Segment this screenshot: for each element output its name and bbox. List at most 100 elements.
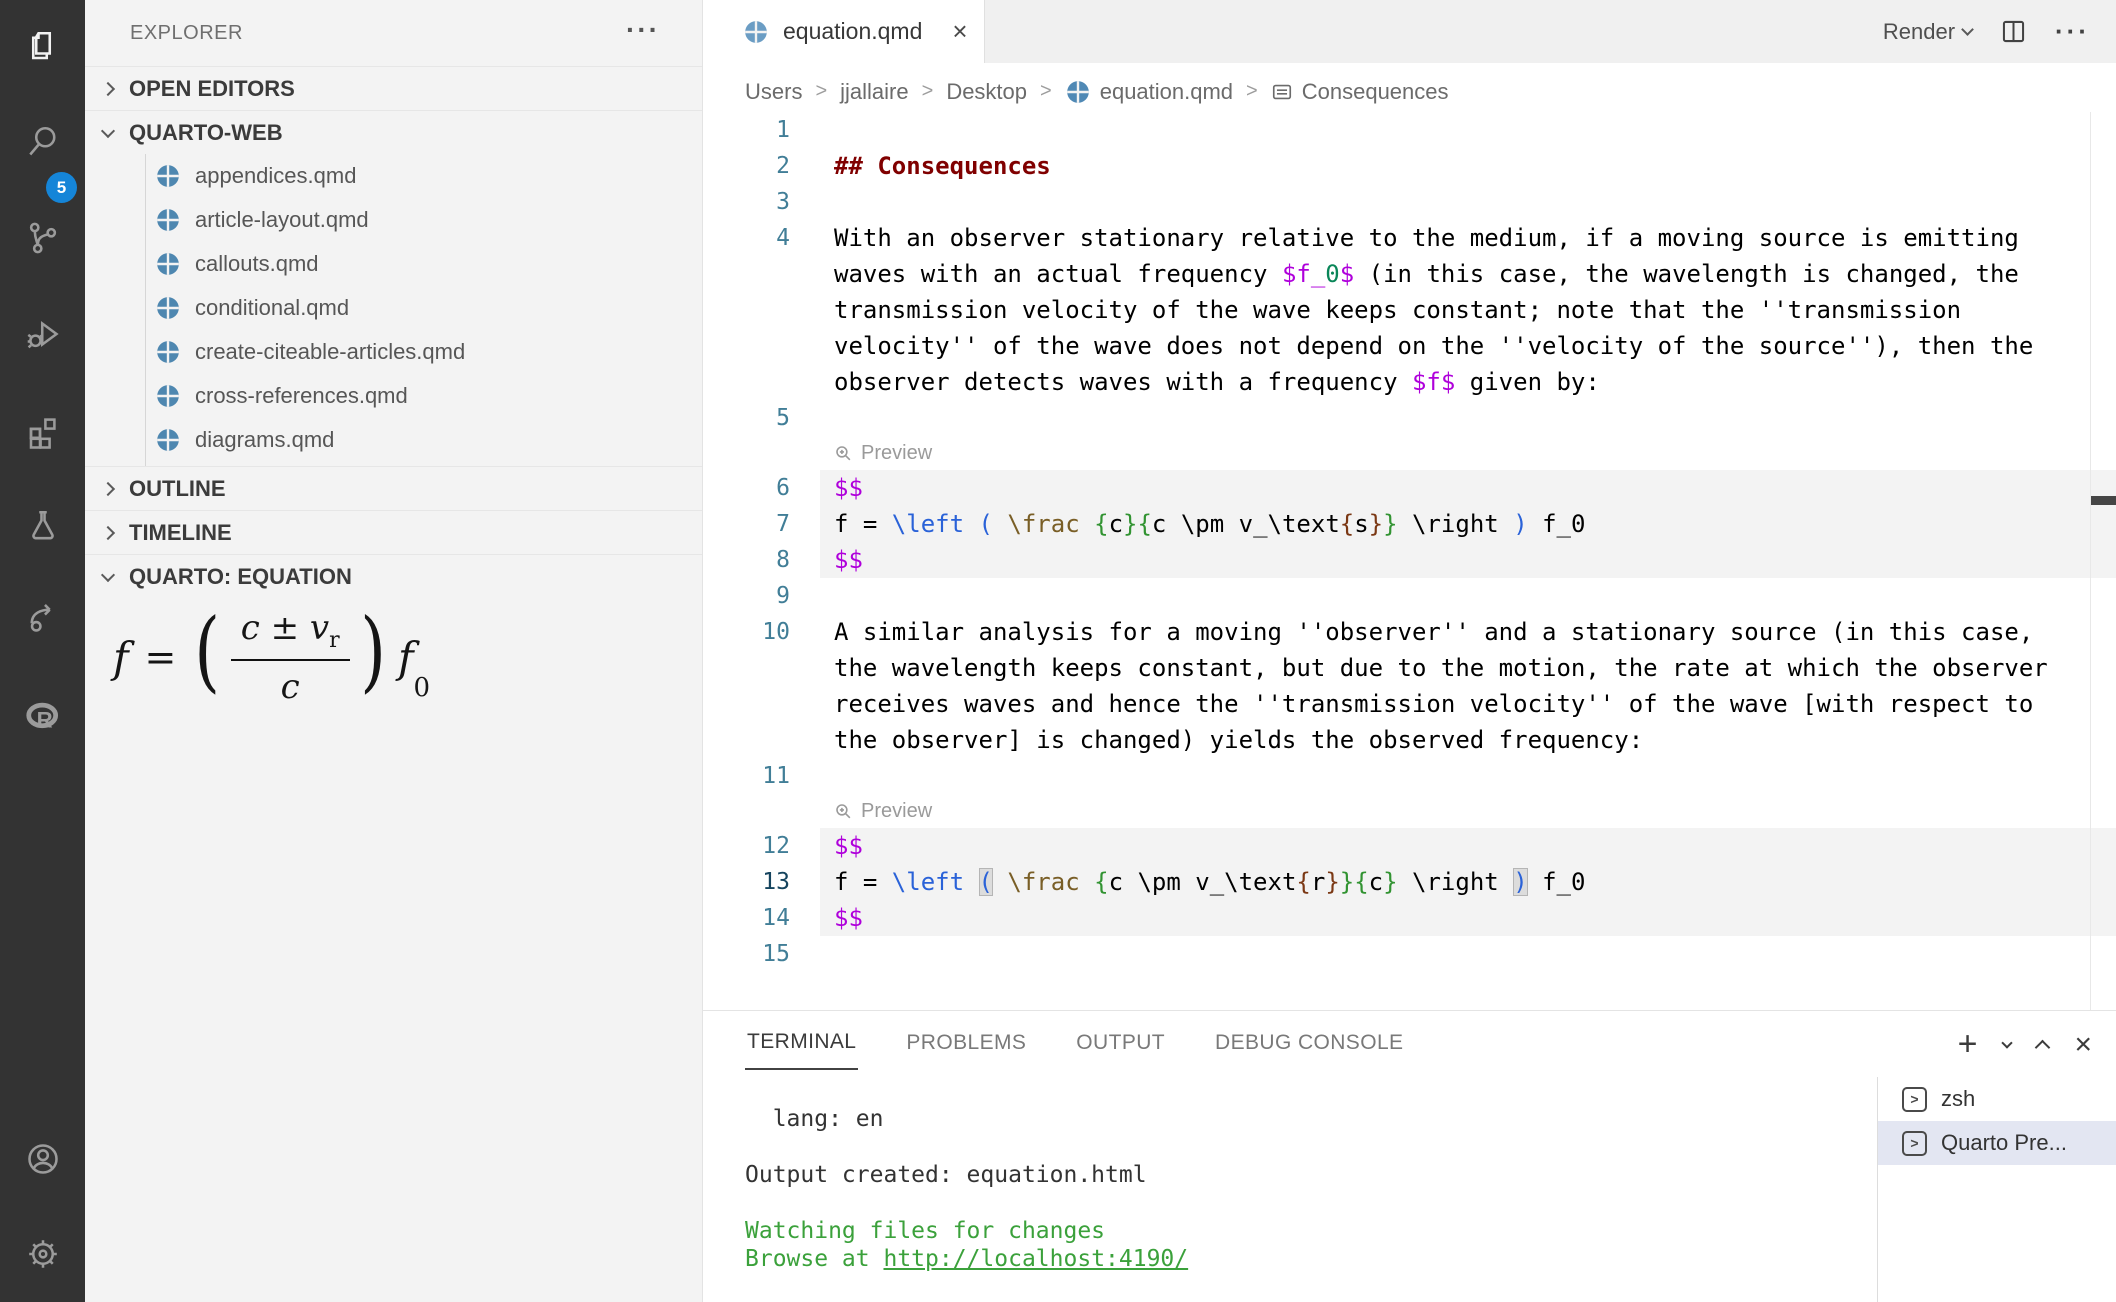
file-item[interactable]: conditional.qmd xyxy=(85,286,702,330)
code-row: 1 xyxy=(703,112,2116,148)
code-row: 14$$ xyxy=(703,900,2116,936)
section-quarto-web[interactable]: QUARTO-WEB xyxy=(85,110,702,154)
file-item[interactable]: callouts.qmd xyxy=(85,242,702,286)
split-editor-icon[interactable] xyxy=(2000,18,2027,45)
code-token xyxy=(964,510,978,538)
code-token xyxy=(964,868,978,896)
settings-gear-icon[interactable] xyxy=(24,1235,62,1273)
file-item[interactable]: appendices.qmd xyxy=(85,154,702,198)
code-token: ( xyxy=(979,868,993,896)
file-item[interactable]: cross-references.qmd xyxy=(85,374,702,418)
breadcrumb-item[interactable]: Consequences xyxy=(1271,79,1449,105)
close-panel-icon[interactable]: × xyxy=(2074,1028,2092,1062)
code-line[interactable] xyxy=(820,400,2116,436)
tab-equation-qmd[interactable]: equation.qmd × xyxy=(703,0,985,63)
explorer-icon[interactable] xyxy=(24,27,62,65)
code-token xyxy=(993,510,1007,538)
panel-tab-debug-console[interactable]: DEBUG CONSOLE xyxy=(1213,1017,1405,1069)
file-item[interactable]: article-layout.qmd xyxy=(85,198,702,242)
code-line[interactable]: $$ xyxy=(820,900,2116,936)
codelens-preview[interactable]: Preview xyxy=(861,436,932,470)
terminal-line xyxy=(745,1189,1188,1217)
code-token: ## Consequences xyxy=(834,152,1051,180)
code-token: c xyxy=(1109,510,1123,538)
r-language-icon[interactable]: R xyxy=(24,698,62,736)
search-icon[interactable] xyxy=(24,122,62,160)
code-token: } xyxy=(1383,510,1397,538)
editor-more-icon[interactable]: ··· xyxy=(2055,16,2090,47)
code-line[interactable] xyxy=(820,184,2116,220)
code-line[interactable]: the observer] is changed) yields the obs… xyxy=(820,722,2116,758)
code-line[interactable]: With an observer stationary relative to … xyxy=(820,220,2116,256)
code-line[interactable] xyxy=(820,936,2116,972)
code-token: $$ xyxy=(834,832,863,860)
sidebar-title: EXPLORER xyxy=(130,22,243,45)
code-row: 4 With an observer stationary relative to… xyxy=(703,220,2116,256)
code-line[interactable]: Preview xyxy=(820,436,2116,470)
panel-tab-output[interactable]: OUTPUT xyxy=(1074,1017,1167,1069)
file-item[interactable]: diagrams.qmd xyxy=(85,418,702,462)
codelens-preview[interactable]: Preview xyxy=(861,794,932,828)
code-token: $$ xyxy=(834,546,863,574)
activity-bar: 5 R xyxy=(0,0,85,1302)
terminal-link[interactable]: http://localhost:4190/ xyxy=(883,1246,1188,1272)
code-row: Preview xyxy=(703,794,2116,828)
section-timeline[interactable]: TIMELINE xyxy=(85,510,702,554)
tab-close-icon[interactable]: × xyxy=(952,16,967,47)
code-line[interactable]: f = \left ( \frac {c}{c \pm v_\text{s}} … xyxy=(820,506,2116,542)
code-line[interactable] xyxy=(820,112,2116,148)
extensions-icon[interactable] xyxy=(24,412,62,450)
run-debug-icon[interactable] xyxy=(24,315,62,353)
code-token: observer detects waves with a frequency xyxy=(834,368,1412,396)
code-token: 0 xyxy=(1325,260,1339,288)
render-button[interactable]: Render xyxy=(1883,19,1972,45)
code-line[interactable] xyxy=(820,758,2116,794)
terminal-dropdown-icon[interactable] xyxy=(2002,1037,2013,1048)
code-line[interactable]: f = \left ( \frac {c \pm v_\text{r}}{c} … xyxy=(820,864,2116,900)
code-row: 13f = \left ( \frac {c \pm v_\text{r}}{c… xyxy=(703,864,2116,900)
section-quarto-equation[interactable]: QUARTO: EQUATION xyxy=(85,554,702,598)
code-line[interactable]: $$ xyxy=(820,542,2116,578)
code-line[interactable]: Preview xyxy=(820,794,2116,828)
code-line[interactable]: ## Consequences xyxy=(820,148,2116,184)
code-row: the wavelength keeps constant, but due t… xyxy=(703,650,2116,686)
code-token: waves with an actual frequency xyxy=(834,260,1282,288)
maximize-panel-icon[interactable] xyxy=(2035,1040,2051,1056)
account-icon[interactable] xyxy=(24,1140,62,1178)
breadcrumb-separator: > xyxy=(815,80,827,103)
breadcrumb-item[interactable]: equation.qmd xyxy=(1065,79,1233,105)
testing-icon[interactable] xyxy=(24,506,62,544)
code-line[interactable]: velocity'' of the wave does not depend o… xyxy=(820,328,2116,364)
code-line[interactable]: transmission velocity of the wave keeps … xyxy=(820,292,2116,328)
line-number xyxy=(703,256,790,292)
code-line[interactable]: receives waves and hence the ''transmiss… xyxy=(820,686,2116,722)
code-row: 9 xyxy=(703,578,2116,614)
code-line[interactable]: $$ xyxy=(820,470,2116,506)
breadcrumb-item[interactable]: Desktop xyxy=(946,79,1027,105)
source-control-icon[interactable] xyxy=(24,219,62,257)
panel-tab-terminal[interactable]: TERMINAL xyxy=(745,1016,858,1070)
section-outline[interactable]: OUTLINE xyxy=(85,466,702,510)
code-line[interactable]: waves with an actual frequency $f_0$ (in… xyxy=(820,256,2116,292)
file-item[interactable]: create-citeable-articles.qmd xyxy=(85,330,702,374)
code-line[interactable]: A similar analysis for a moving ''observ… xyxy=(820,614,2116,650)
code-line[interactable] xyxy=(820,578,2116,614)
breadcrumb-item[interactable]: Users xyxy=(745,79,802,105)
new-terminal-icon[interactable]: + xyxy=(1958,1025,1978,1064)
line-number: 4 xyxy=(703,220,790,256)
code-line[interactable]: observer detects waves with a frequency … xyxy=(820,364,2116,400)
code-token: ) xyxy=(1513,868,1527,896)
terminal-session-item[interactable]: >Quarto Pre... xyxy=(1878,1121,2116,1165)
explorer-more-icon[interactable]: ··· xyxy=(626,14,660,46)
terminal-session-item[interactable]: >zsh xyxy=(1878,1077,2116,1121)
code-token: c \pm v_\text xyxy=(1109,868,1297,896)
terminal-text: Watching files for changes xyxy=(745,1218,1105,1244)
code-row: Preview xyxy=(703,436,2116,470)
live-share-icon[interactable] xyxy=(24,599,62,637)
code-line[interactable]: $$ xyxy=(820,828,2116,864)
breadcrumb-item[interactable]: jjallaire xyxy=(840,79,908,105)
code-line[interactable]: the wavelength keeps constant, but due t… xyxy=(820,650,2116,686)
section-open-editors[interactable]: OPEN EDITORS xyxy=(85,66,702,110)
panel-tab-problems[interactable]: PROBLEMS xyxy=(904,1017,1028,1069)
code-token: the wavelength keeps constant, but due t… xyxy=(834,654,2048,682)
